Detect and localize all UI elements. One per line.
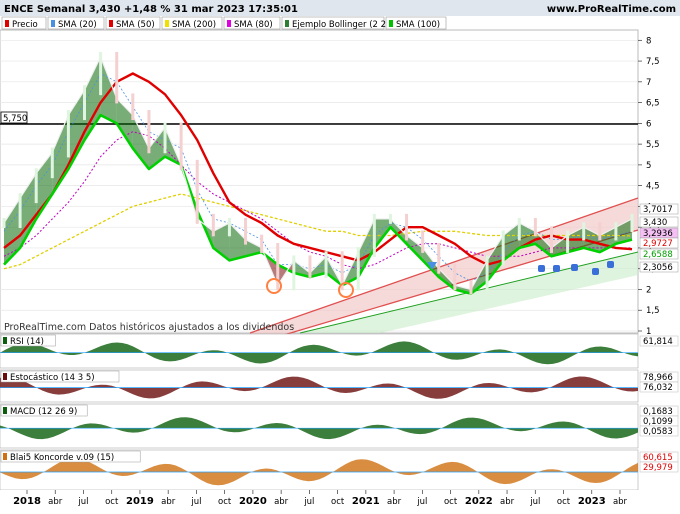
indicator-value: 78,966 (643, 373, 673, 383)
x-tick-label: abr (161, 497, 176, 507)
x-tick-label: jul (303, 497, 314, 507)
x-tick-label: abr (48, 497, 63, 507)
y-tick-label: 7,5 (646, 57, 660, 67)
legend-swatch (227, 20, 231, 27)
legend-label: SMA (100) (396, 20, 440, 30)
indicator-label: Estocástico (14 3 5) (10, 373, 95, 383)
y-tick-label: 1 (646, 327, 651, 337)
y-tick-label: 8 (646, 36, 651, 46)
y-tick-label: 2 (646, 285, 651, 295)
legend-swatch (5, 20, 9, 27)
x-tick-label: abr (274, 497, 289, 507)
legend-swatch (109, 20, 113, 27)
price-label: 3,7017 (643, 205, 673, 215)
y-tick-label: 6,5 (646, 99, 660, 109)
x-tick-label: jul (190, 497, 201, 507)
price-label: 2,3056 (643, 263, 673, 273)
indicator-panel: Blai5 Koncorde v.09 (15) 60,61529,979 (0, 449, 679, 491)
indicator-panel: MACD (12 26 9) 0,16830,10990,0583 (0, 403, 679, 449)
y-tick-label: 6 (646, 119, 651, 129)
indicator-swatch (3, 407, 7, 414)
y-tick-label: 5 (646, 161, 651, 171)
event-marker[interactable] (607, 261, 614, 268)
legend-label: Precio (12, 20, 38, 30)
x-tick-label: 2020 (239, 496, 267, 507)
y-tick-label: 7 (646, 78, 651, 88)
indicator-value: 0,0583 (643, 427, 673, 437)
chart-title: ENCE Semanal 3,430 +1,48 % 31 mar 2023 1… (4, 4, 298, 15)
watermark: ProRealTime.com Datos históricos ajustad… (4, 322, 294, 333)
x-tick-label: oct (218, 497, 232, 507)
resistance-label: 5,750 (3, 114, 27, 124)
price-label: 2,9727 (643, 239, 673, 249)
price-label: 3,430 (643, 218, 667, 228)
x-tick-label: jul (416, 497, 427, 507)
x-tick-label: oct (105, 497, 119, 507)
x-tick-label: abr (613, 497, 628, 507)
x-tick-label: 2021 (352, 496, 380, 507)
x-tick-label: abr (387, 497, 402, 507)
x-tick-label: 2019 (126, 496, 154, 507)
indicator-swatch (3, 337, 7, 344)
legend-swatch (285, 20, 289, 27)
legend-label: SMA (200) (172, 20, 216, 30)
legend-swatch (165, 20, 169, 27)
price-y-axis: 87,576,565,554,543,532,521,51 (638, 36, 660, 337)
legend-label: SMA (80) (234, 20, 273, 30)
indicator-value: 0,1099 (643, 417, 673, 427)
x-tick-label: 2018 (13, 496, 41, 507)
event-marker[interactable] (592, 268, 599, 275)
indicator-swatch (3, 453, 7, 460)
indicator-panel: RSI (14) 61,814 (0, 333, 679, 369)
legend-label: SMA (20) (58, 20, 97, 30)
indicator-panel: Estocástico (14 3 5) 78,96676,032 (0, 369, 679, 403)
legend-label: SMA (50) (116, 20, 155, 30)
x-tick-label: 2023 (578, 496, 606, 507)
legend: Precio SMA (20) SMA (50) SMA (200) SMA (80) E… (1, 16, 447, 30)
x-tick-label: oct (557, 497, 571, 507)
price-label: 2,6588 (643, 250, 673, 260)
indicator-label: MACD (12 26 9) (10, 407, 77, 417)
x-tick-label: abr (500, 497, 515, 507)
indicator-label: Blai5 Koncorde v.09 (15) (10, 453, 114, 463)
indicator-label: RSI (14) (10, 337, 44, 347)
indicator-value: 29,979 (643, 463, 673, 473)
indicator-value: 61,814 (643, 337, 673, 347)
price-label: 3,2936 (643, 229, 673, 239)
x-tick-label: oct (331, 497, 345, 507)
indicator-panels: RSI (14) 61,814 Estocástico (14 3 5) 78,966… (0, 333, 679, 491)
y-tick-label: 4,5 (646, 182, 660, 192)
x-tick-label: jul (77, 497, 88, 507)
price-chart[interactable]: ENCE Semanal 3,430 +1,48 % 31 mar 2023 1… (0, 0, 680, 510)
x-tick-label: jul (529, 497, 540, 507)
event-marker[interactable] (553, 265, 560, 272)
price-labels: 3,7017 3,4303,29362,97272,6588 2,3056 (639, 203, 679, 273)
legend-swatch (389, 20, 393, 27)
x-tick-label: 2022 (465, 496, 493, 507)
x-tick-label: oct (444, 497, 458, 507)
indicator-value: 76,032 (643, 383, 673, 393)
site-link[interactable]: www.ProRealTime.com (547, 4, 676, 15)
indicator-value: 0,1683 (643, 407, 673, 417)
legend-label: Ejemplo Bollinger (2 20) (292, 20, 395, 30)
y-tick-label: 5,5 (646, 140, 660, 150)
event-marker[interactable] (571, 264, 578, 271)
y-tick-label: 1,5 (646, 306, 660, 316)
event-marker[interactable] (538, 265, 545, 272)
legend-swatch (51, 20, 55, 27)
chart-window: ENCE Semanal 3,430 +1,48 % 31 mar 2023 1… (0, 0, 680, 510)
indicator-swatch (3, 373, 7, 380)
indicator-value: 60,615 (643, 453, 673, 463)
